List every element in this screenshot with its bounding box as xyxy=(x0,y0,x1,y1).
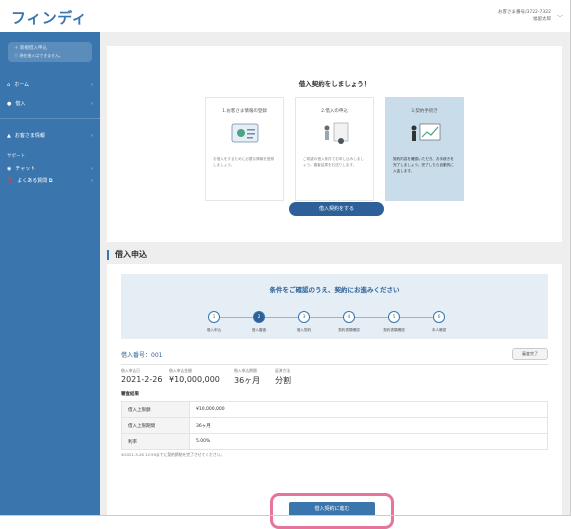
info-repayment: 返済方法 分割 xyxy=(275,368,291,386)
support-heading: サポート xyxy=(7,154,25,159)
progress-node-4: 4 xyxy=(343,311,355,323)
step-card-apply: 2.借入の申込 ご希望の借入条件でお申し込みしましょう。審査結果をお送りします。 xyxy=(295,97,374,201)
progress-node-2: 2 xyxy=(253,311,265,323)
app-logo[interactable]: フィンディ xyxy=(11,7,87,28)
step-card-title: 2.借入の申込 xyxy=(321,109,348,114)
sidebar-item-chat[interactable]: ◉ チャット › xyxy=(7,165,93,173)
contract-prompt-card: 借入契約をしましょう！ 1.お客さま情報の登録 お借入をするために必要な情報を登… xyxy=(107,46,562,242)
new-application-label: ＋ 新規借入申込 xyxy=(14,46,47,51)
contract-illustration xyxy=(411,123,441,141)
money-icon: ● xyxy=(7,100,12,107)
info-apply-amount: 借入申込金額 ¥10,000,000 xyxy=(169,368,220,384)
divider xyxy=(121,364,548,365)
chat-icon: ◉ xyxy=(7,165,12,172)
info-apply-term: 借入申込期間 36ヶ月 xyxy=(234,368,260,386)
sidebar-divider xyxy=(0,118,100,119)
chevron-right-icon: › xyxy=(91,165,93,172)
account-name: 福留太郎 xyxy=(533,17,551,22)
sidebar-item-home[interactable]: ⌂ ホーム › xyxy=(7,81,93,89)
main-content: 借入契約をしましょう！ 1.お客さま情報の登録 お借入をするために必要な情報を登… xyxy=(100,32,571,529)
sidebar-item-borrow[interactable]: ● 借入 › xyxy=(7,100,93,108)
deadline-note: ※2021-3-26 12:59までに契約締結を完了させてください。 xyxy=(121,452,225,457)
application-number: 借入番号：001 xyxy=(121,352,163,359)
contract-prompt-title: 借入契約をしましょう！ xyxy=(298,80,371,88)
account-info[interactable]: お客さま番号/3722-7322 福留太郎 xyxy=(498,9,551,23)
table-key: 利率 xyxy=(121,433,190,450)
progress-stepper: 条件をご確認のうえ、契約にお進みください 1 2 3 4 5 6 借入申込 借入… xyxy=(121,274,548,339)
top-header: フィンディ お客さま番号/3722-7322 福留太郎 ﹀ xyxy=(0,0,571,33)
account-number: お客さま番号/3722-7322 xyxy=(497,10,551,15)
new-application-button[interactable]: ＋ 新規借入申込 ⓘ 現在借入はできません。 xyxy=(8,42,92,62)
sidebar-item-customer[interactable]: ▲ お客さま情報 › xyxy=(7,132,93,140)
info-value: ¥10,000,000 xyxy=(169,375,220,384)
new-application-note: ⓘ 現在借入はできません。 xyxy=(14,53,64,58)
table-row: 借入上限額 ¥10,000,000 xyxy=(121,401,548,418)
progress-line xyxy=(214,317,436,318)
step-card-contract: 3.契約手続き 契約内容を確認いただき、お手続きを完了しましょう。完了したら自動… xyxy=(385,97,464,201)
sidebar-item-label: 借入 xyxy=(15,101,26,107)
chevron-down-icon[interactable]: ﹀ xyxy=(557,13,563,22)
info-value: 2021-2-26 xyxy=(121,375,163,384)
sidebar-item-label: よくある質問 ⧉ xyxy=(17,178,53,184)
info-label: 借入申込期間 xyxy=(234,368,257,373)
start-contract-button[interactable]: 借入契約をする xyxy=(289,202,384,216)
chevron-right-icon: › xyxy=(91,100,93,107)
home-icon: ⌂ xyxy=(7,81,11,88)
registration-illustration xyxy=(231,123,259,143)
table-row: 利率 5.00% xyxy=(121,433,548,450)
step-card-desc: お借入をするために必要な情報を登録しましょう。 xyxy=(213,157,275,167)
progress-label: 借入契約 xyxy=(296,328,312,332)
chevron-right-icon: › xyxy=(91,132,93,139)
table-value: 5.00% xyxy=(189,433,548,450)
progress-node-1: 1 xyxy=(208,311,220,323)
table-key: 借入上限額 xyxy=(121,401,190,418)
progress-label: 借入申込 xyxy=(206,328,222,332)
section-title: 借入申込 xyxy=(107,250,147,260)
step-card-title: 3.契約手続き xyxy=(411,109,438,114)
step-card-register: 1.お客さま情報の登録 お借入をするために必要な情報を登録しましょう。 xyxy=(205,97,284,201)
progress-label: 契約書類確認 xyxy=(383,328,405,332)
apply-illustration xyxy=(324,122,349,144)
progress-label: 借入審査 xyxy=(251,328,267,332)
sidebar-item-faq[interactable]: ❓ よくある質問 ⧉ › xyxy=(7,177,93,185)
result-table: 借入上限額 ¥10,000,000 借入上限期間 36ヶ月 利率 5.00% xyxy=(121,401,548,450)
step-card-desc: ご希望の借入条件でお申し込みしましょう。審査結果をお送りします。 xyxy=(303,157,365,167)
chevron-right-icon: › xyxy=(91,177,93,184)
progress-title: 条件をご確認のうえ、契約にお進みください xyxy=(269,286,400,294)
info-label: 借入申込日 xyxy=(121,368,140,373)
sidebar: ＋ 新規借入申込 ⓘ 現在借入はできません。 ⌂ ホーム › ● 借入 › ▲ … xyxy=(0,32,100,516)
step-card-title: 1.お客さま情報の登録 xyxy=(222,109,267,114)
result-heading: 審査結果 xyxy=(121,392,139,397)
progress-label: 本人確認 xyxy=(431,328,447,332)
progress-label: 契約書類確認 xyxy=(338,328,360,332)
info-label: 返済方法 xyxy=(275,368,291,373)
table-value: 36ヶ月 xyxy=(189,417,548,434)
step-card-desc: 契約内容を確認いただき、お手続きを完了しましょう。完了したら自動的に入金します。 xyxy=(393,157,454,173)
proceed-contract-button[interactable]: 借入契約に進む xyxy=(289,502,375,516)
sidebar-item-label: ホーム xyxy=(14,82,30,88)
table-row: 借入上限期間 36ヶ月 xyxy=(121,417,548,434)
info-apply-date: 借入申込日 2021-2-26 xyxy=(121,368,162,384)
chevron-right-icon: › xyxy=(91,81,93,88)
progress-node-3: 3 xyxy=(298,311,310,323)
info-value: 分割 xyxy=(275,376,291,385)
help-icon: ❓ xyxy=(7,177,14,184)
table-value: ¥10,000,000 xyxy=(189,401,548,418)
app-frame: フィンディ お客さま番号/3722-7322 福留太郎 ﹀ ＋ 新規借入申込 ⓘ… xyxy=(0,0,571,529)
sidebar-item-label: お客さま情報 xyxy=(14,133,45,139)
application-card: 条件をご確認のうえ、契約にお進みください 1 2 3 4 5 6 借入申込 借入… xyxy=(107,264,562,529)
status-badge: 審査完了 xyxy=(512,348,548,360)
user-icon: ▲ xyxy=(7,132,11,139)
info-value: 36ヶ月 xyxy=(234,376,261,385)
progress-node-6: 6 xyxy=(433,311,445,323)
info-label: 借入申込金額 xyxy=(169,368,192,373)
sidebar-item-label: チャット xyxy=(15,166,36,172)
progress-node-5: 5 xyxy=(388,311,400,323)
table-key: 借入上限期間 xyxy=(121,417,190,434)
